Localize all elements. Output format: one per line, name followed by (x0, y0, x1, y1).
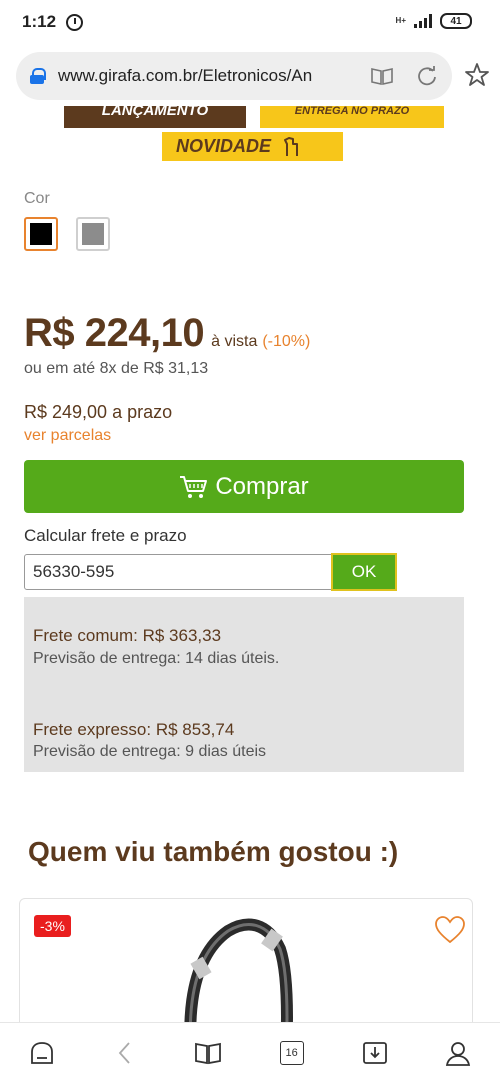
home-icon (30, 1041, 53, 1064)
tabs-icon: 16 (279, 1040, 304, 1065)
new-badge-label: NOVIDADE (176, 136, 272, 156)
price-cash-label: à vista (211, 333, 258, 350)
bookmarks-icon (195, 1042, 222, 1064)
cart-icon (180, 475, 208, 498)
cep-input[interactable] (24, 554, 332, 590)
shipping-option-express-subtitle: Previsão de entrega: 9 dias úteis (33, 743, 267, 760)
bookmarks-button[interactable] (188, 1033, 228, 1073)
home-button[interactable] (22, 1033, 62, 1073)
installments-text: ou em até 8x de R$ 31,13 (24, 360, 209, 377)
shipping-ok-button[interactable]: OK (331, 553, 397, 591)
screen: 1:12 H+ 41 www.girafa.com.br/Eletronicos… (0, 0, 500, 1082)
tabs-count: 16 (285, 1046, 298, 1059)
signal-icon (414, 14, 432, 28)
battery-level: 41 (450, 15, 462, 27)
alarm-icon (66, 13, 84, 31)
shipping-results: Frete comum: R$ 363,33 Previsão de entre… (24, 597, 464, 772)
price-discount: (-10%) (262, 333, 311, 350)
url-text[interactable]: www.girafa.com.br/Eletronicos/An (58, 66, 338, 86)
status-time: 1:12 (22, 12, 57, 31)
url-bar[interactable]: www.girafa.com.br/Eletronicos/An (16, 52, 452, 100)
tabs-button[interactable]: 16 (272, 1033, 312, 1073)
downloads-button[interactable] (355, 1033, 395, 1073)
profile-icon (446, 1041, 471, 1066)
back-icon (118, 1041, 130, 1064)
new-badge: NOVIDADE (162, 132, 343, 161)
profile-button[interactable] (438, 1033, 478, 1073)
badge-row: LANÇAMENTO ENTREGA NO PRAZO (64, 106, 444, 128)
bookmark-star-icon[interactable] (464, 62, 490, 88)
related-section-title: Quem viu também gostou :) (28, 836, 399, 867)
reload-icon[interactable] (416, 65, 438, 87)
buy-button[interactable]: Comprar (24, 460, 464, 513)
launch-badge: LANÇAMENTO (64, 106, 246, 128)
lock-icon (30, 68, 46, 84)
network-type: H+ (395, 16, 406, 25)
shipping-option-common-title: Frete comum: R$ 363,33 (33, 626, 222, 645)
term-price-block: R$ 249,00 a prazo (24, 402, 172, 423)
downloads-icon (363, 1041, 387, 1064)
price-cash: R$ 224,10 (24, 311, 205, 355)
shipping-label: Calcular frete e prazo (24, 526, 187, 545)
discount-badge: -3% (34, 915, 71, 937)
color-swatch-black[interactable] (24, 217, 58, 251)
heart-icon[interactable] (434, 915, 466, 945)
delivery-badge: ENTREGA NO PRAZO (260, 106, 444, 128)
reader-mode-icon[interactable] (370, 66, 394, 86)
color-label: Cor (24, 190, 50, 207)
color-swatch-gray[interactable] (76, 217, 110, 251)
bottom-nav: 16 (0, 1022, 500, 1082)
price-block: R$ 224,10 à vista (-10%) (24, 311, 310, 356)
back-button[interactable] (105, 1033, 145, 1073)
battery-icon: 41 (440, 13, 472, 29)
installments-link[interactable]: ver parcelas (24, 427, 111, 445)
term-price: R$ 249,00 (24, 402, 108, 422)
status-icons: H+ 41 (396, 13, 472, 29)
shipping-option-common-subtitle: Previsão de entrega: 14 dias úteis. (33, 650, 280, 667)
shipping-option-express-title: Frete expresso: R$ 853,74 (33, 720, 235, 739)
buy-button-label: Comprar (215, 472, 309, 500)
giraffe-icon (284, 136, 299, 156)
status-bar: 1:12 H+ 41 (0, 0, 500, 44)
term-label: a prazo (112, 402, 173, 422)
